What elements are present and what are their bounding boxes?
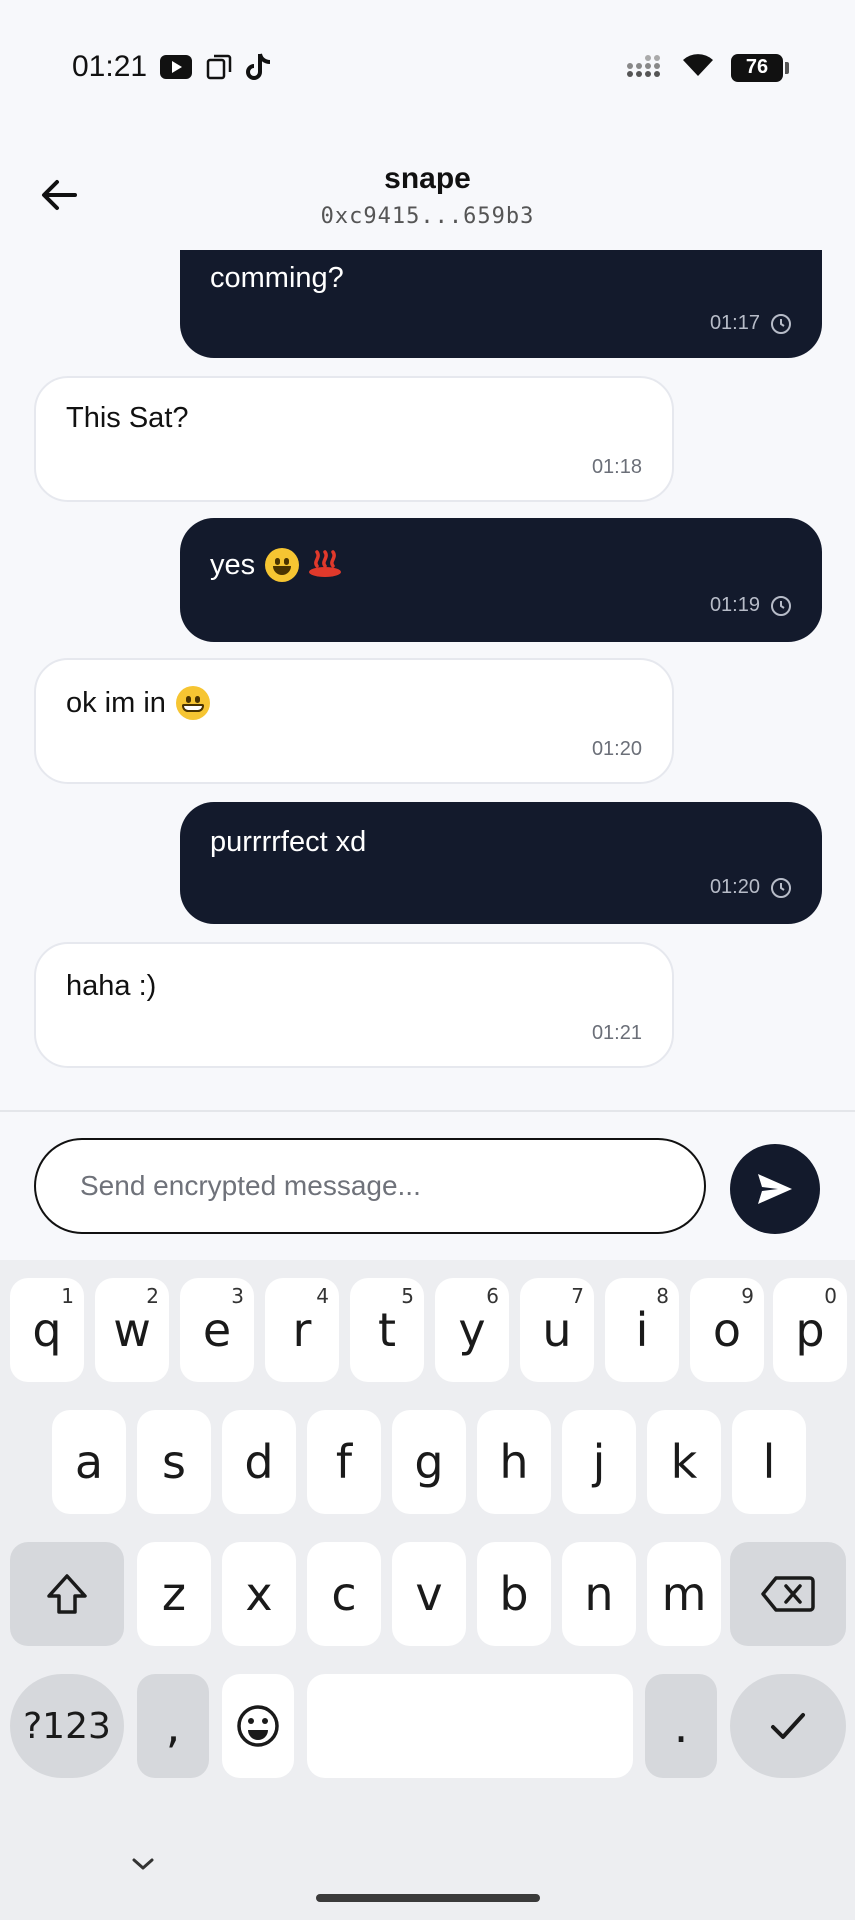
key-v[interactable]: v (392, 1542, 466, 1646)
key-u[interactable]: u7 (520, 1278, 594, 1382)
status-time: 01:21 (72, 50, 148, 83)
grinning-face-icon (265, 548, 300, 582)
message-text: ok im in (66, 686, 166, 719)
key-z[interactable]: z (137, 1542, 211, 1646)
composer (0, 1110, 855, 1260)
key-i[interactable]: i8 (605, 1278, 679, 1382)
message-bubble-outgoing: purrrrfect xd 01:20 (180, 802, 822, 924)
key-h[interactable]: h (477, 1410, 551, 1514)
key-n[interactable]: n (562, 1542, 636, 1646)
signal-icon (627, 52, 665, 83)
message-text: purrrrfect xd (210, 826, 367, 858)
clock-icon (771, 313, 791, 334)
key-s[interactable]: s (137, 1410, 211, 1514)
home-indicator[interactable] (316, 1894, 540, 1902)
key-c[interactable]: c (307, 1542, 381, 1646)
contact-name: snape (384, 162, 471, 195)
tiktok-icon (246, 52, 272, 87)
status-bar: 01:21 76 (0, 0, 855, 140)
key-m[interactable]: m (647, 1542, 721, 1646)
message-time: 01:19 (709, 594, 760, 616)
key-w[interactable]: w2 (95, 1278, 169, 1382)
message-bubble-incoming: This Sat? 01:18 (34, 376, 674, 502)
chevron-down-icon (132, 1858, 154, 1870)
message-time: 01:18 (591, 456, 642, 478)
key-x[interactable]: x (222, 1542, 296, 1646)
message-text: This Sat? (66, 402, 189, 434)
message-bubble-outgoing: comming? 01:17 (180, 250, 822, 358)
message-bubble-incoming: haha :) 01:21 (34, 942, 674, 1068)
comma-key[interactable]: , (137, 1674, 209, 1778)
contact-address: 0xc9415...659b3 (320, 204, 535, 229)
space-key[interactable] (307, 1674, 633, 1778)
clock-icon (771, 877, 791, 898)
message-input[interactable] (34, 1138, 706, 1234)
smiley-icon (237, 1705, 279, 1747)
clock-icon (771, 595, 791, 616)
key-l[interactable]: l (732, 1410, 806, 1514)
message-text: yes (210, 548, 256, 581)
key-d[interactable]: d (222, 1410, 296, 1514)
copy-icon (206, 54, 232, 85)
hot-springs-icon (307, 544, 343, 586)
message-list[interactable]: comming? 01:17 This Sat? 01:18 yes 01:19… (0, 250, 855, 1110)
backspace-icon (761, 1576, 815, 1612)
symbols-key[interactable]: ?123 (10, 1674, 124, 1778)
send-button[interactable] (730, 1144, 820, 1234)
key-y[interactable]: y6 (435, 1278, 509, 1382)
key-r[interactable]: r4 (265, 1278, 339, 1382)
keyboard-hide-button[interactable] (128, 1854, 158, 1879)
message-bubble-incoming: ok im in 01:20 (34, 658, 674, 784)
key-e[interactable]: e3 (180, 1278, 254, 1382)
keyboard: q1 w2 e3 r4 t5 y6 u7 i8 o9 p0 a s d f g … (0, 1260, 855, 1920)
check-icon (771, 1713, 805, 1739)
key-o[interactable]: o9 (690, 1278, 764, 1382)
key-p[interactable]: p0 (773, 1278, 847, 1382)
backspace-key[interactable] (730, 1542, 846, 1646)
period-key[interactable]: . (645, 1674, 717, 1778)
youtube-icon (160, 55, 192, 84)
wifi-icon (681, 52, 715, 83)
message-time: 01:20 (591, 738, 642, 760)
shift-key[interactable] (10, 1542, 124, 1646)
enter-key[interactable] (730, 1674, 846, 1778)
key-a[interactable]: a (52, 1410, 126, 1514)
send-icon (758, 1174, 792, 1204)
message-text: comming? (210, 262, 344, 294)
message-text: haha :) (66, 970, 157, 1002)
message-time: 01:20 (709, 876, 760, 898)
grinning-face-icon (175, 686, 210, 720)
key-k[interactable]: k (647, 1410, 721, 1514)
key-j[interactable]: j (562, 1410, 636, 1514)
key-f[interactable]: f (307, 1410, 381, 1514)
key-g[interactable]: g (392, 1410, 466, 1514)
key-t[interactable]: t5 (350, 1278, 424, 1382)
battery-icon: 76 (731, 53, 789, 82)
emoji-key[interactable] (222, 1674, 294, 1778)
key-b[interactable]: b (477, 1542, 551, 1646)
battery-level: 76 (745, 56, 769, 78)
key-q[interactable]: q1 (10, 1278, 84, 1382)
message-time: 01:17 (709, 312, 760, 334)
chat-header: snape 0xc9415...659b3 (0, 140, 855, 250)
shift-icon (47, 1574, 87, 1614)
message-bubble-outgoing: yes 01:19 (180, 518, 822, 642)
message-time: 01:21 (591, 1022, 642, 1044)
